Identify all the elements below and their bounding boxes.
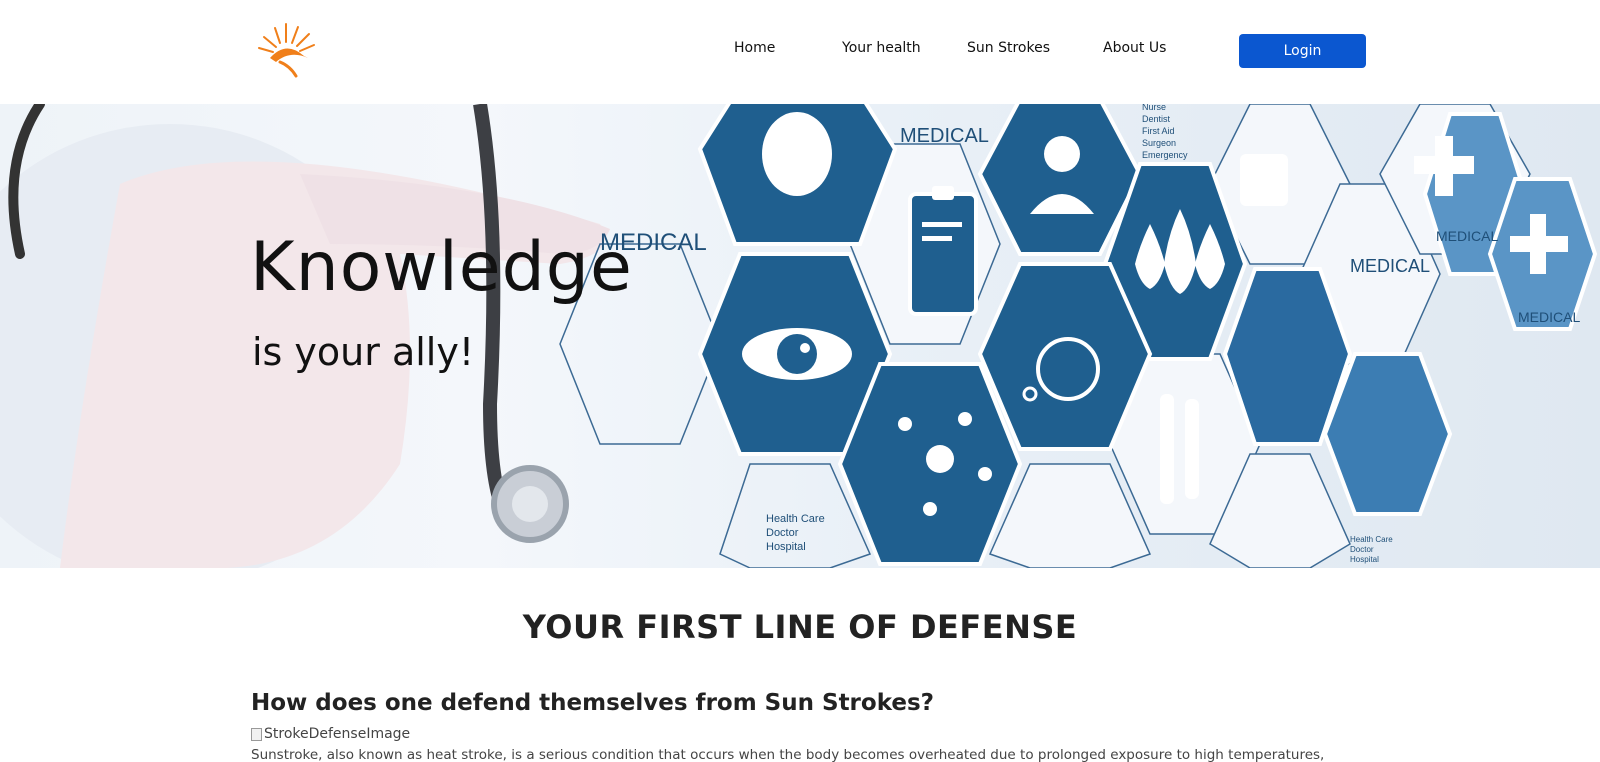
broken-image-icon <box>251 727 262 741</box>
image-staff-item: Emergency <box>1142 150 1188 160</box>
question-heading: How does one defend themselves from Sun … <box>251 690 935 716</box>
medical-hexagon-illustration: MEDICAL MEDICAL MEDICAL MEDICAL MEDICAL … <box>0 104 1598 568</box>
image-alt-text: StrokeDefenseImage <box>264 726 411 742</box>
section-title: YOUR FIRST LINE OF DEFENSE <box>522 608 1078 646</box>
nav-your-health[interactable]: Your health <box>842 40 921 56</box>
nav-home[interactable]: Home <box>734 40 775 56</box>
image-care-item: Health Care <box>1350 535 1393 544</box>
hero-title: Knowledge <box>250 228 633 307</box>
image-care-item: Health Care <box>766 513 825 525</box>
medical-label: MEDICAL <box>900 125 989 147</box>
medical-label: MEDICAL <box>1518 309 1580 325</box>
hero-subtitle: is your ally! <box>252 330 475 374</box>
hero-banner: MEDICAL MEDICAL MEDICAL MEDICAL MEDICAL … <box>0 104 1600 568</box>
image-care-item: Doctor <box>1350 545 1374 554</box>
sun-logo-icon[interactable] <box>256 20 316 80</box>
nav-about-us[interactable]: About Us <box>1103 40 1166 56</box>
nav-sun-strokes[interactable]: Sun Strokes <box>967 40 1050 56</box>
image-staff-item: Surgeon <box>1142 138 1176 148</box>
image-care-item: Doctor <box>766 527 799 539</box>
medical-label: MEDICAL <box>1436 228 1498 244</box>
stroke-defense-image: StrokeDefenseImage <box>251 726 410 742</box>
image-care-item: Hospital <box>1350 555 1379 564</box>
site-header: Home Your health Sun Strokes About Us Lo… <box>0 0 1600 104</box>
login-button[interactable]: Login <box>1239 34 1366 68</box>
image-care-item: Hospital <box>766 541 806 553</box>
image-staff-item: Dentist <box>1142 114 1171 124</box>
image-staff-item: First Aid <box>1142 126 1175 136</box>
body-paragraph: Sunstroke, also known as heat stroke, is… <box>251 747 1325 762</box>
medical-label: MEDICAL <box>1350 256 1430 276</box>
image-staff-item: Nurse <box>1142 104 1166 112</box>
